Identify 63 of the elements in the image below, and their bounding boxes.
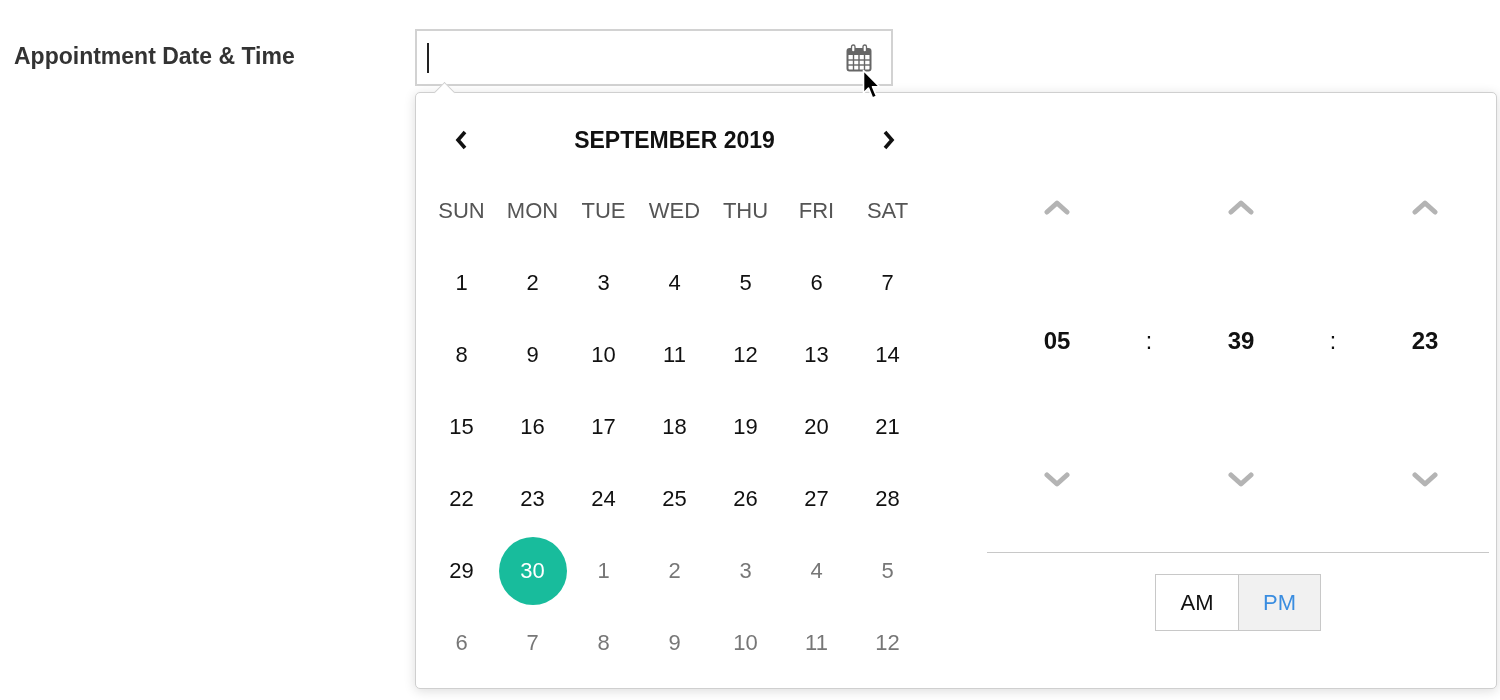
chevron-left-icon: [454, 130, 469, 150]
day-button[interactable]: 12: [711, 321, 780, 389]
chevron-down-icon: [1412, 472, 1438, 488]
month-title: SEPTEMBER 2019: [574, 126, 775, 154]
day-button[interactable]: 2: [640, 537, 709, 605]
time-separator: :: [1145, 327, 1153, 355]
day-button[interactable]: 24: [569, 465, 638, 533]
time-separator: :: [1329, 327, 1337, 355]
weekday-label: TUE: [581, 197, 626, 225]
weekday-label: SUN: [438, 197, 485, 225]
day-button[interactable]: 10: [569, 321, 638, 389]
day-button[interactable]: 7: [498, 609, 567, 677]
time-value: 23: [1411, 327, 1439, 355]
chevron-down-icon: [1228, 472, 1254, 488]
day-button[interactable]: 1: [569, 537, 638, 605]
chevron-down-icon: [1044, 472, 1070, 488]
day-button[interactable]: 22: [427, 465, 496, 533]
day-button[interactable]: 4: [782, 537, 851, 605]
weekday-label: MON: [506, 197, 559, 225]
day-button[interactable]: 9: [498, 321, 567, 389]
day-button[interactable]: 3: [569, 249, 638, 317]
day-button[interactable]: 9: [640, 609, 709, 677]
day-button[interactable]: 8: [569, 609, 638, 677]
day-button[interactable]: 3: [711, 537, 780, 605]
chevron-up-icon: [1412, 199, 1438, 215]
day-button[interactable]: 29: [427, 537, 496, 605]
day-button[interactable]: 4: [640, 249, 709, 317]
day-button[interactable]: 26: [711, 465, 780, 533]
day-button[interactable]: 15: [427, 393, 496, 461]
day-button[interactable]: 10: [711, 609, 780, 677]
day-button[interactable]: 5: [711, 249, 780, 317]
day-button[interactable]: 23: [498, 465, 567, 533]
day-button[interactable]: 18: [640, 393, 709, 461]
weekday-label: THU: [722, 197, 769, 225]
day-button[interactable]: 12: [853, 609, 922, 677]
day-button[interactable]: 27: [782, 465, 851, 533]
day-button[interactable]: 25: [640, 465, 709, 533]
day-button[interactable]: 2: [498, 249, 567, 317]
day-button[interactable]: 7: [853, 249, 922, 317]
day-button[interactable]: 11: [782, 609, 851, 677]
day-button[interactable]: 5: [853, 537, 922, 605]
day-button[interactable]: 16: [498, 393, 567, 461]
time-value: 05: [1043, 327, 1071, 355]
day-button[interactable]: 1: [427, 249, 496, 317]
weekday-label: WED: [648, 197, 701, 225]
chevron-up-icon: [1228, 199, 1254, 215]
day-button[interactable]: 11: [640, 321, 709, 389]
day-button[interactable]: 17: [569, 393, 638, 461]
calendar-icon[interactable]: [846, 43, 872, 72]
day-button[interactable]: 28: [853, 465, 922, 533]
day-button[interactable]: 19: [711, 393, 780, 461]
time-value: 39: [1227, 327, 1255, 355]
day-button[interactable]: 14: [853, 321, 922, 389]
field-label: Appointment Date & Time: [14, 43, 295, 69]
weekday-label: FRI: [798, 197, 835, 225]
chevron-up-icon: [1044, 199, 1070, 215]
day-button[interactable]: 13: [782, 321, 851, 389]
weekday-label: SAT: [866, 197, 909, 225]
day-button[interactable]: 8: [427, 321, 496, 389]
day-button[interactable]: 20: [782, 393, 851, 461]
day-button[interactable]: 21: [853, 393, 922, 461]
day-button[interactable]: 6: [782, 249, 851, 317]
day-button[interactable]: 6: [427, 609, 496, 677]
